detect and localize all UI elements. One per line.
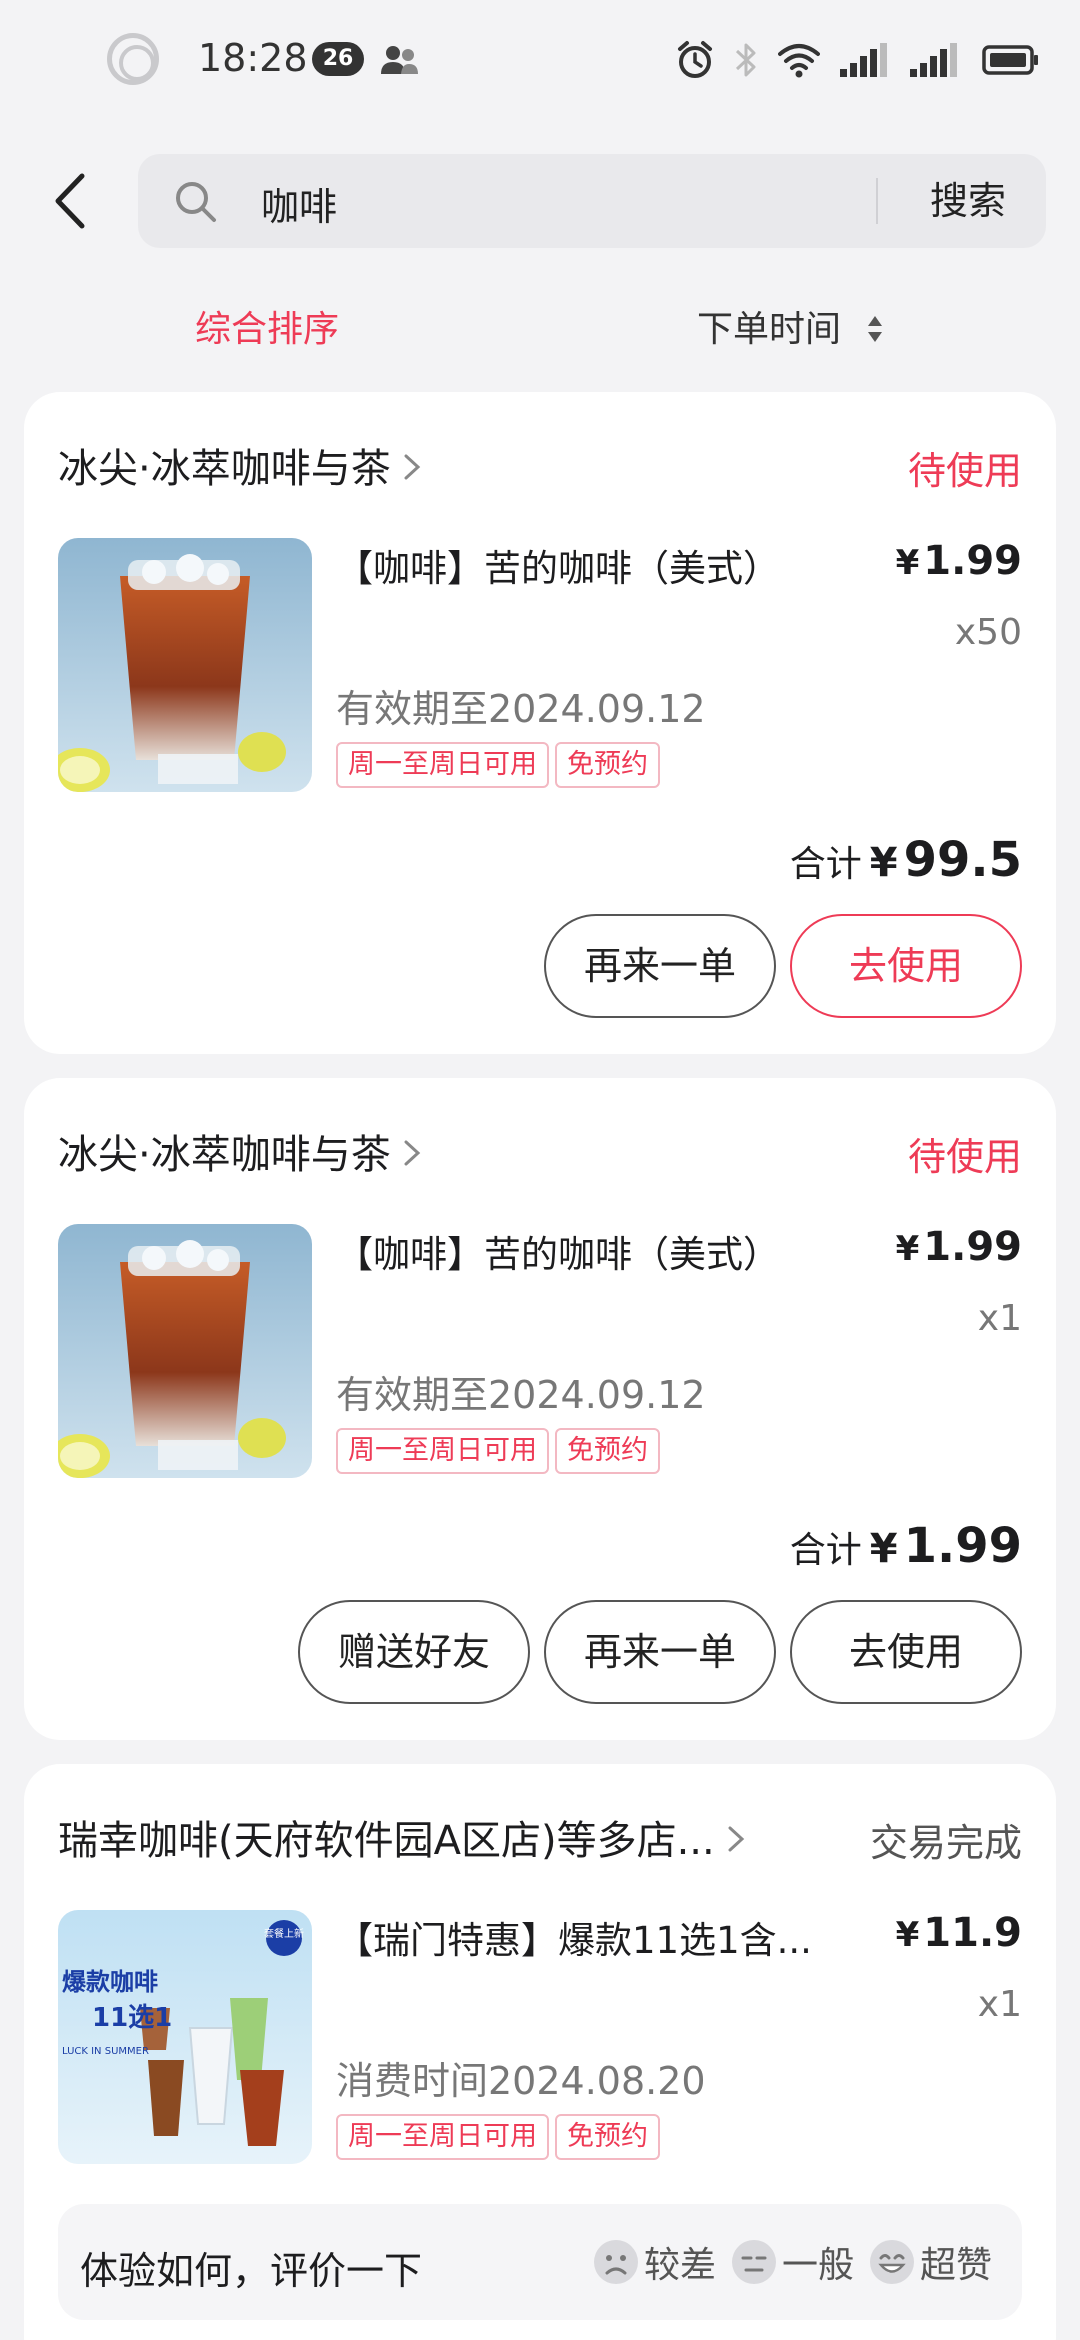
people-icon (381, 46, 418, 74)
total-amount: 1.99 (903, 1518, 1022, 1574)
unit-price: ¥11.9 (896, 1910, 1022, 1956)
bluetooth-icon (735, 43, 756, 77)
quantity: x50 (954, 612, 1022, 653)
tag: 免预约 (555, 742, 660, 788)
quantity: x1 (977, 1984, 1022, 2025)
sad-face-icon[interactable] (592, 2238, 640, 2286)
sort-arrows-icon (868, 316, 882, 342)
price-value: 1.99 (923, 1224, 1022, 1270)
happy-face-icon[interactable] (868, 2238, 916, 2286)
price-value: 1.99 (923, 538, 1022, 584)
sort-comprehensive-tab[interactable]: 综合排序 (195, 300, 339, 352)
product-image: 套餐上新 爆款咖啡 11选1 LUCK IN SUMMER (58, 1910, 312, 2164)
chevron-right-icon (728, 1826, 744, 1852)
tag-list: 周一至周日可用 免预约 (336, 742, 660, 788)
rating-prompt: 体验如何，评价一下 较差 一般 超赞 (58, 2204, 1022, 2320)
status-icons (676, 36, 1040, 84)
status-badge: 交易完成 (869, 1821, 1022, 1865)
status-badge: 待使用 (907, 449, 1022, 493)
product-image (58, 538, 312, 792)
total-amount: 99.5 (903, 832, 1022, 888)
sort-order-time-tab[interactable]: 下单时间 (697, 300, 841, 352)
use-button[interactable]: 去使用 (790, 1600, 1022, 1704)
record-icon (107, 33, 159, 85)
shop-name-link[interactable]: 瑞幸咖啡(天府软件园A区店)等多店... (58, 1808, 745, 1866)
promo-line-1: 爆款咖啡 (62, 1968, 158, 1996)
alarm-icon (678, 41, 712, 78)
tag: 周一至周日可用 (336, 742, 549, 788)
battery-icon (982, 45, 1038, 75)
tag-list: 周一至周日可用 免预约 (336, 2114, 660, 2160)
currency-symbol: ¥ (895, 543, 920, 583)
total-label: 合计 (789, 1530, 862, 1571)
total-label: 合计 (789, 844, 862, 885)
reorder-button[interactable]: 再来一单 (544, 1600, 776, 1704)
tag: 周一至周日可用 (336, 1428, 549, 1474)
divider (876, 178, 878, 224)
order-total: 合计 ¥1.99 (790, 1518, 1022, 1574)
promo-side: LUCK IN SUMMER (62, 2046, 149, 2057)
search-query: 咖啡 (261, 185, 338, 229)
unit-price: ¥1.99 (896, 538, 1022, 584)
order-card[interactable]: 瑞幸咖啡(天府软件园A区店)等多店... 交易完成 套餐上新 爆款咖啡 11选1… (24, 1764, 1056, 2340)
rating-poor[interactable]: 较差 (644, 2236, 716, 2288)
tag: 周一至周日可用 (336, 2114, 549, 2160)
shop-name-link[interactable]: 冰尖·冰萃咖啡与茶 (58, 1122, 421, 1180)
neutral-face-icon[interactable] (730, 2238, 778, 2286)
shop-name: 冰尖·冰萃咖啡与茶 (58, 446, 391, 492)
shop-name: 冰尖·冰萃咖啡与茶 (58, 1132, 391, 1178)
currency-symbol: ¥ (869, 840, 898, 886)
product-image (58, 1224, 312, 1478)
chevron-right-icon (404, 1140, 420, 1166)
wifi-icon (778, 44, 820, 78)
quantity: x1 (977, 1298, 1022, 1339)
order-card[interactable]: 冰尖·冰萃咖啡与茶 待使用 【咖啡】苦的咖啡（美式） ¥1.99 x50 有效期… (24, 392, 1056, 1054)
unit-price: ¥1.99 (896, 1224, 1022, 1270)
currency-symbol: ¥ (895, 1915, 920, 1955)
product-name: 【咖啡】苦的咖啡（美式） (336, 1233, 780, 1276)
tag-list: 周一至周日可用 免预约 (336, 1428, 660, 1474)
status-badge: 待使用 (907, 1135, 1022, 1179)
rating-average[interactable]: 一般 (782, 2236, 854, 2288)
tag: 免预约 (555, 1428, 660, 1474)
status-bar: 18:28 26 (0, 0, 1080, 120)
consume-date: 消费时间2024.08.20 (336, 2059, 706, 2103)
shop-name: 瑞幸咖啡(天府软件园A区店)等多店... (58, 1818, 715, 1864)
order-card[interactable]: 冰尖·冰萃咖啡与茶 待使用 【咖啡】苦的咖啡（美式） ¥1.99 x1 有效期至… (24, 1078, 1056, 1740)
tag: 免预约 (555, 2114, 660, 2160)
validity-date: 有效期至2024.09.12 (336, 1373, 706, 1417)
back-arrow-icon[interactable] (46, 168, 96, 234)
signal-icon (840, 43, 887, 77)
badge-text: 套餐上新 (264, 1927, 304, 1940)
rating-question: 体验如何，评价一下 (80, 2249, 423, 2293)
order-total: 合计 ¥99.5 (790, 832, 1022, 888)
shop-name-link[interactable]: 冰尖·冰萃咖啡与茶 (58, 436, 421, 494)
currency-symbol: ¥ (869, 1526, 898, 1572)
search-input[interactable]: 咖啡 搜索 (138, 154, 1046, 248)
product-name: 【咖啡】苦的咖啡（美式） (336, 547, 780, 590)
notification-badge: 26 (312, 42, 364, 76)
currency-symbol: ¥ (895, 1229, 920, 1269)
gift-friend-button[interactable]: 赠送好友 (298, 1600, 530, 1704)
search-button[interactable]: 搜索 (898, 174, 1038, 228)
use-button[interactable]: 去使用 (790, 914, 1022, 1018)
validity-date: 有效期至2024.09.12 (336, 687, 706, 731)
signal-2-icon (910, 43, 957, 77)
product-name: 【瑞门特惠】爆款11选1含... (336, 1919, 812, 1962)
price-value: 11.9 (923, 1910, 1022, 1956)
rating-great[interactable]: 超赞 (920, 2236, 992, 2288)
rating-options: 较差 一般 超赞 (582, 2236, 992, 2288)
promo-line-2: 11选1 (92, 2003, 172, 2033)
reorder-button[interactable]: 再来一单 (544, 914, 776, 1018)
clock: 18:28 (198, 36, 308, 80)
chevron-right-icon (404, 454, 420, 480)
search-icon (176, 182, 216, 222)
